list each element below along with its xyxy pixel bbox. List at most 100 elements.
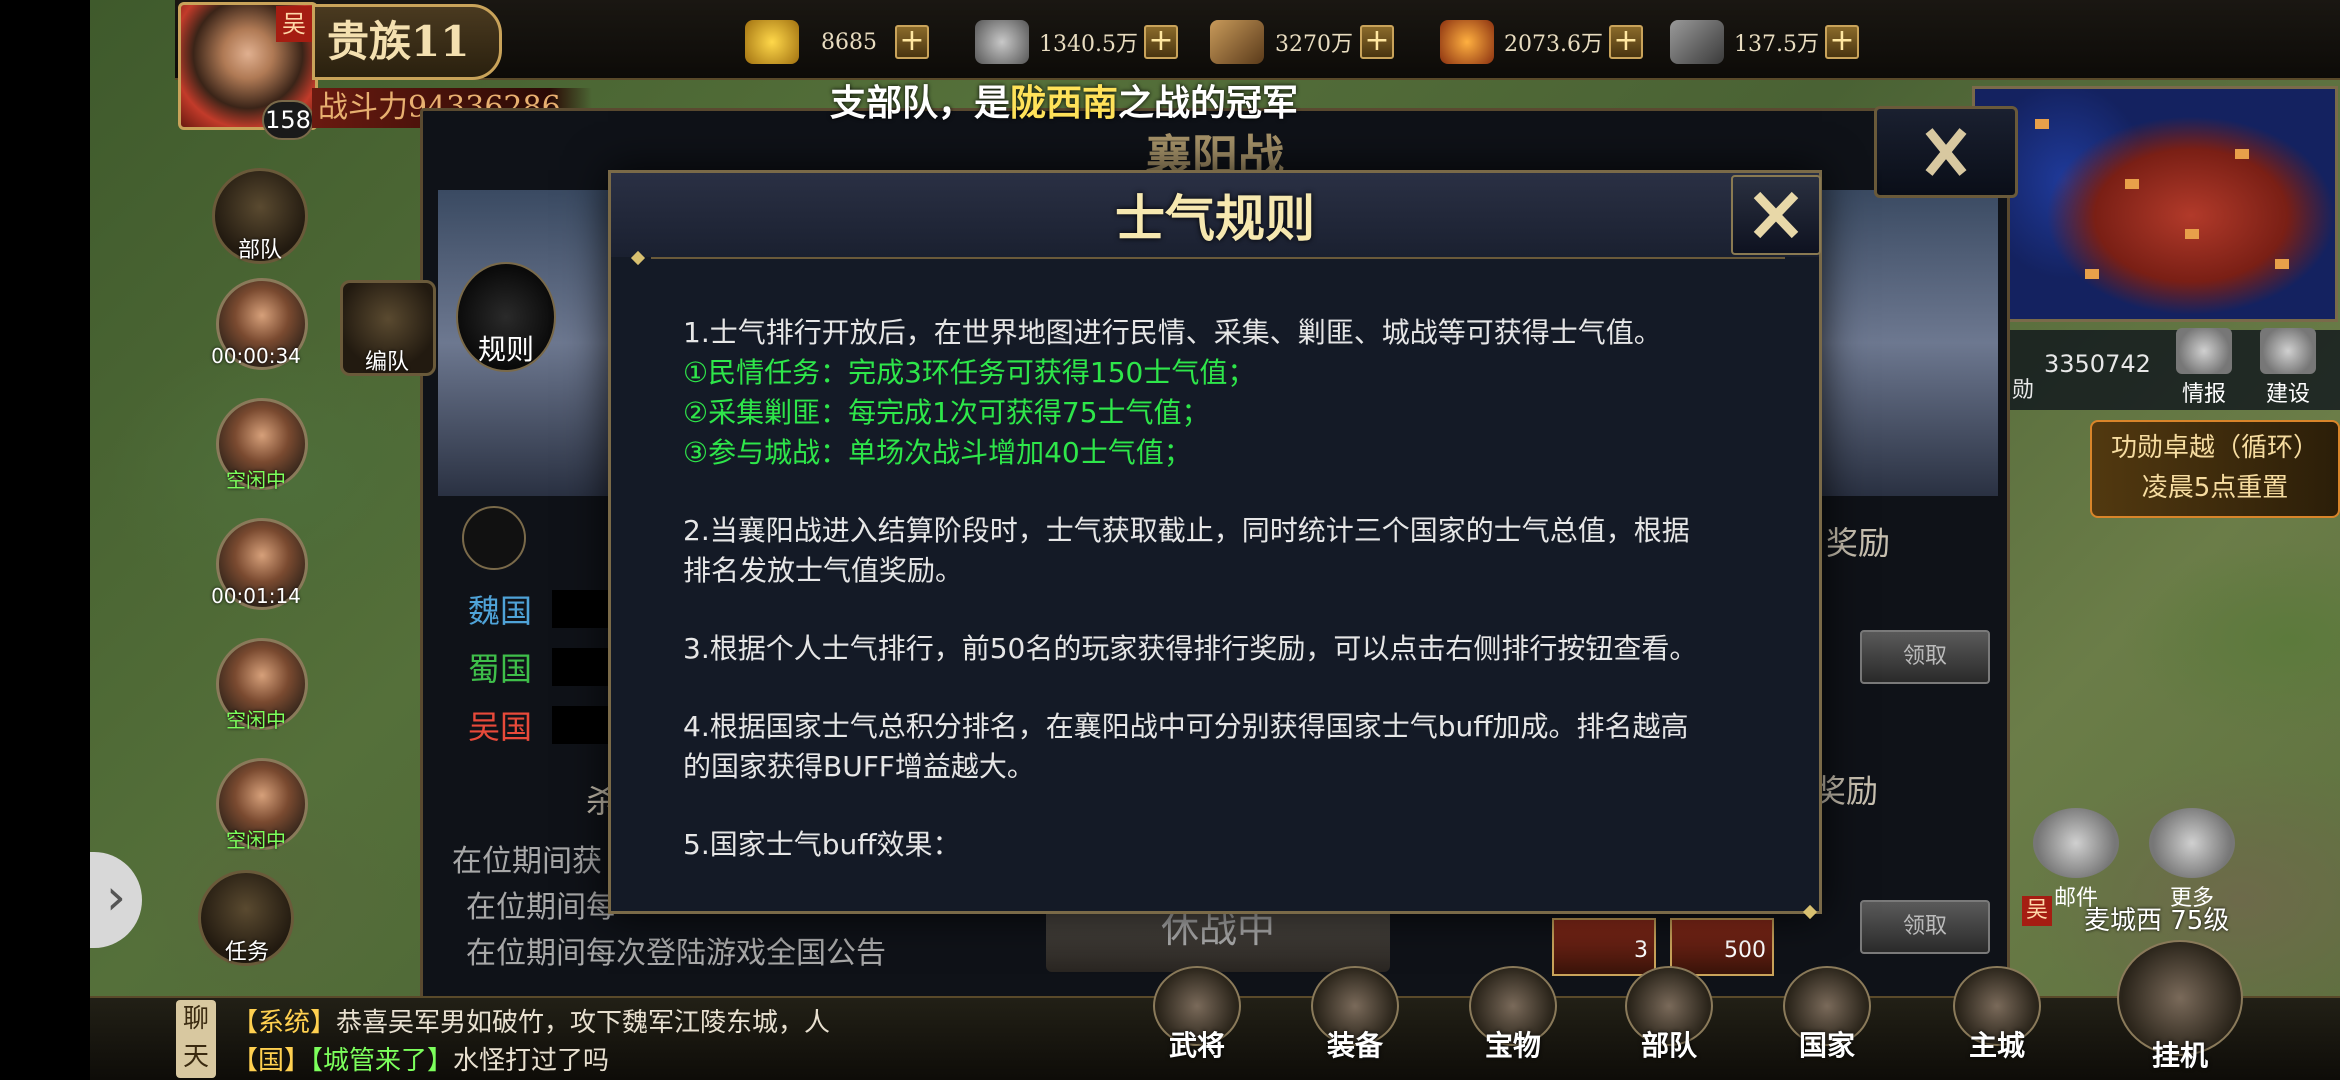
marquee-text: 之战的冠军 bbox=[1118, 83, 1299, 124]
troops-label: 部队 bbox=[237, 238, 282, 263]
rule-paragraph: 2.当襄阳战进入结算阶段时，士气获取截止，同时统计三个国家的士气总值，根据 排名… bbox=[683, 511, 1763, 591]
minimap[interactable] bbox=[1972, 86, 2338, 322]
reward-label: 奖励 bbox=[1826, 524, 1891, 562]
close-icon bbox=[1925, 128, 1967, 176]
morale-rules-dialog: 士气规则 1.士气排行开放后，在世界地图进行民情、采集、剿匪、城战等可获得士气值… bbox=[608, 170, 1822, 920]
rule-line: 4.根据国家士气总积分排名，在襄阳战中可分别获得国家士气buff加成。排名越高 bbox=[683, 710, 1689, 743]
rule-line: ②采集剿匪：每完成1次可获得75士气值； bbox=[683, 396, 1210, 429]
claim-button[interactable]: 领取 bbox=[1860, 900, 1990, 954]
add-coin-button[interactable]: + bbox=[1143, 25, 1178, 59]
add-food-button[interactable]: + bbox=[1608, 25, 1643, 59]
nation-wei: 魏国 bbox=[468, 592, 533, 630]
nation-flag: 吴 bbox=[276, 6, 312, 42]
chat-line[interactable]: 【系统】恭喜吴军男如破竹，攻下魏军江陵东城，人 bbox=[232, 1002, 830, 1039]
rule-line: 的国家获得BUFF增益越大。 bbox=[683, 750, 1035, 783]
merit-label: 勋 bbox=[2012, 378, 2035, 403]
nav-label: 武将 bbox=[1168, 1029, 1225, 1062]
hero-status: 空闲中 bbox=[226, 468, 286, 492]
build-label: 建设 bbox=[2265, 382, 2310, 407]
rule-line: 3.根据个人士气排行，前50名的玩家获得排行奖励，可以点击右侧排行按钮查看。 bbox=[683, 632, 1698, 665]
reward-label: 奖励 bbox=[1814, 772, 1879, 810]
resource-value: 137.5万 bbox=[1734, 32, 1819, 57]
nav-troops[interactable]: 部队 bbox=[1610, 966, 1728, 1078]
nation-shu: 蜀国 bbox=[468, 650, 533, 688]
event-banner[interactable]: 功勋卓越（循环） 凌晨5点重置 bbox=[2090, 420, 2340, 518]
iron-icon bbox=[1670, 20, 1724, 64]
chat-tab[interactable]: 聊天 bbox=[176, 1000, 216, 1078]
resource-iron: 137.5万 + bbox=[1670, 16, 1859, 68]
dialog-title: 士气规则 bbox=[1115, 189, 1315, 248]
intel-icon bbox=[2176, 328, 2232, 374]
screen-edge bbox=[0, 0, 90, 1080]
rule-paragraph: 4.根据国家士气总积分排名，在襄阳战中可分别获得国家士气buff加成。排名越高 … bbox=[683, 707, 1763, 787]
gold-ingot-icon bbox=[745, 20, 799, 64]
resource-value: 8685 bbox=[821, 29, 877, 55]
add-wood-button[interactable]: + bbox=[1360, 25, 1394, 59]
rule-line: 5.国家士气buff效果： bbox=[683, 828, 961, 861]
chat-text: 恭喜吴军男如破竹，攻下魏军江陵东城，人 bbox=[336, 1008, 831, 1038]
nav-generals[interactable]: 武将 bbox=[1138, 966, 1256, 1078]
nav-equipment[interactable]: 装备 bbox=[1296, 966, 1414, 1078]
chat-channel: 【国】 bbox=[232, 1046, 311, 1076]
nav-nation[interactable]: 国家 bbox=[1768, 966, 1886, 1078]
hero-status: 空闲中 bbox=[226, 708, 286, 732]
event-title: 功勋卓越（循环） bbox=[2110, 433, 2319, 463]
nav-auto-battle[interactable]: 挂机 bbox=[2112, 940, 2248, 1080]
add-iron-button[interactable]: + bbox=[1824, 25, 1859, 59]
nav-main-city[interactable]: 主城 bbox=[1938, 966, 2056, 1078]
chat-sender: 【城管来了】 bbox=[310, 1046, 454, 1076]
wood-icon bbox=[1210, 20, 1264, 64]
more-button[interactable]: 更多 bbox=[2142, 808, 2242, 911]
intel-button[interactable]: 情报 bbox=[2164, 328, 2244, 408]
hero-status: 00:01:14 bbox=[211, 584, 301, 608]
hammer-icon bbox=[2260, 328, 2316, 374]
city-name: 麦城西 75级 bbox=[2084, 906, 2230, 936]
rule-button[interactable]: 规则 bbox=[456, 262, 556, 372]
resource-value: 2073.6万 bbox=[1504, 32, 1603, 57]
claim-button[interactable]: 领取 bbox=[1860, 630, 1990, 684]
rule-line: ①民情任务：完成3环任务可获得150士气值； bbox=[683, 356, 1256, 389]
rule-line: ③参与城战：单场次战斗增加40士气值； bbox=[683, 436, 1192, 469]
rule-line: 排名发放士气值奖励。 bbox=[683, 554, 964, 587]
coin-icon bbox=[975, 20, 1029, 64]
rules-text: 1.士气排行开放后，在世界地图进行民情、采集、剿匪、城战等可获得士气值。 ①民情… bbox=[683, 313, 1763, 903]
chat-line[interactable]: 【国】【城管来了】水怪打过了吗 bbox=[232, 1040, 609, 1077]
sword-icon bbox=[462, 506, 526, 570]
tip-text: 在位期间获 bbox=[452, 844, 602, 879]
nav-label: 国家 bbox=[1798, 1029, 1855, 1062]
envelope-icon bbox=[2033, 808, 2119, 878]
mail-button[interactable]: 邮件 bbox=[2026, 808, 2126, 911]
morale-bar bbox=[552, 648, 608, 686]
resource-value: 1340.5万 bbox=[1039, 32, 1138, 57]
chevron-up-icon bbox=[2149, 808, 2235, 878]
rule-paragraph: 3.根据个人士气排行，前50名的玩家获得排行奖励，可以点击右侧排行按钮查看。 bbox=[683, 629, 1763, 669]
nav-treasure[interactable]: 宝物 bbox=[1454, 966, 1572, 1078]
rule-label: 规则 bbox=[477, 333, 534, 366]
bg-close-button[interactable] bbox=[1874, 106, 2018, 198]
announcement-marquee: 支部队，是陇西南之战的冠军 bbox=[830, 74, 1298, 126]
chat-text: 水怪打过了吗 bbox=[453, 1046, 610, 1076]
food-icon bbox=[1440, 20, 1494, 64]
hero-status: 00:00:34 bbox=[211, 344, 301, 368]
tip-text: 在位期间每次登陆游戏全国公告 bbox=[466, 936, 886, 971]
build-button[interactable]: 建设 bbox=[2248, 328, 2328, 408]
game-screen: 8685 + 1340.5万 + 3270万 + 2073.6万 + 137.5… bbox=[0, 0, 2340, 1080]
resource-wood: 3270万 + bbox=[1210, 16, 1394, 68]
add-gold-button[interactable]: + bbox=[895, 25, 929, 59]
rule-paragraph: 1.士气排行开放后，在世界地图进行民情、采集、剿匪、城战等可获得士气值。 ①民情… bbox=[683, 313, 1763, 473]
nav-label: 装备 bbox=[1326, 1029, 1383, 1062]
close-icon bbox=[1753, 191, 1799, 239]
resource-coin: 1340.5万 + bbox=[975, 16, 1178, 68]
merit-value: 3350742 bbox=[2044, 350, 2151, 378]
nav-label: 挂机 bbox=[2151, 1039, 2208, 1072]
rule-line: 2.当襄阳战进入结算阶段时，士气获取截止，同时统计三个国家的士气总值，根据 bbox=[683, 514, 1690, 547]
rule-line: 1.士气排行开放后，在世界地图进行民情、采集、剿匪、城战等可获得士气值。 bbox=[683, 316, 1662, 349]
close-button[interactable] bbox=[1731, 175, 1821, 255]
task-label: 任务 bbox=[224, 940, 269, 965]
city-nation-flag: 吴 bbox=[2022, 896, 2052, 926]
tip-text: 在位期间每 bbox=[466, 890, 616, 925]
nav-label: 部队 bbox=[1640, 1029, 1697, 1062]
hero-status: 空闲中 bbox=[226, 828, 286, 852]
morale-bar bbox=[552, 590, 608, 628]
noble-rank-badge[interactable]: 贵族11 bbox=[312, 4, 502, 80]
